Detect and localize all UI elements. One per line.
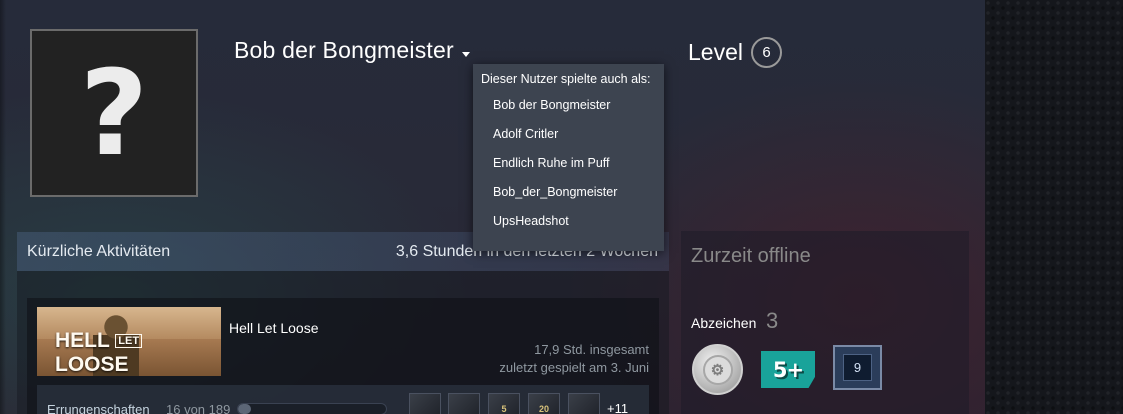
profile-level: Level 6 (688, 37, 782, 68)
online-status: Zurzeit offline (691, 245, 811, 267)
persona-name-dropdown[interactable]: Bob der Bongmeister (234, 37, 470, 64)
helmet-icon[interactable] (448, 393, 480, 414)
alias-menu-item[interactable]: Bob_der_Bongmeister (473, 178, 664, 207)
coin-emblem-icon: ⚙ (702, 354, 733, 385)
badge-games-owned-icon[interactable]: 9 (833, 345, 882, 390)
game-playtime: 17,9 Std. insgesamt (534, 342, 649, 357)
badge-years-of-service-icon[interactable]: 5+ (761, 351, 815, 388)
alias-menu-item[interactable]: Adolf Critler (473, 120, 664, 149)
left-shadow (0, 0, 6, 414)
badge-years-text: 5+ (772, 357, 804, 382)
alias-menu-item[interactable]: UpsHeadshot (473, 207, 664, 236)
medal-icon[interactable] (409, 393, 441, 414)
badge-coin-icon[interactable]: ⚙ (692, 344, 743, 395)
badge-5-icon[interactable]: 5 (488, 393, 520, 414)
level-badge[interactable]: 6 (750, 37, 782, 68)
game-name-link[interactable]: Hell Let Loose (229, 320, 319, 336)
game-last-played: zuletzt gespielt am 3. Juni (499, 360, 649, 375)
game-logo-word-1: HELL (55, 329, 110, 352)
achievements-count: 16 von 189 (166, 402, 231, 414)
question-mark-icon: ? (79, 44, 149, 182)
achievements-label[interactable]: Errungenschaften (47, 402, 150, 414)
badge-games-text: 9 (843, 354, 872, 381)
alias-menu-item[interactable]: Endlich Ruhe im Puff (473, 149, 664, 178)
game-logo-word-3: LOOSE (55, 353, 129, 376)
caret-down-icon (461, 52, 470, 57)
achievements-more-link[interactable]: +11 (607, 401, 628, 414)
badges-label[interactable]: Abzeichen (691, 315, 756, 331)
game-capsule-image[interactable]: HELL LET LOOSE (37, 307, 221, 376)
recent-activity-title: Kürzliche Aktivitäten (27, 242, 171, 260)
avatar[interactable]: ? (30, 29, 198, 197)
page-background-texture (985, 0, 1123, 414)
alias-history-menu: Dieser Nutzer spielte auch als: Bob der … (473, 64, 664, 251)
persona-name: Bob der Bongmeister (234, 37, 454, 63)
alias-menu-header: Dieser Nutzer spielte auch als: (481, 72, 651, 86)
game-logo: HELL LET LOOSE (55, 329, 205, 376)
achievements-progress-fill (238, 404, 251, 414)
level-label: Level (688, 39, 743, 65)
badges-count[interactable]: 3 (766, 308, 778, 334)
alias-menu-item[interactable]: Bob der Bongmeister (473, 91, 664, 120)
achievements-progress-bar (237, 403, 387, 414)
game-logo-word-2: LET (115, 334, 143, 349)
crossed-rifles-icon[interactable] (568, 393, 600, 414)
badge-20-icon[interactable]: 20 (528, 393, 560, 414)
